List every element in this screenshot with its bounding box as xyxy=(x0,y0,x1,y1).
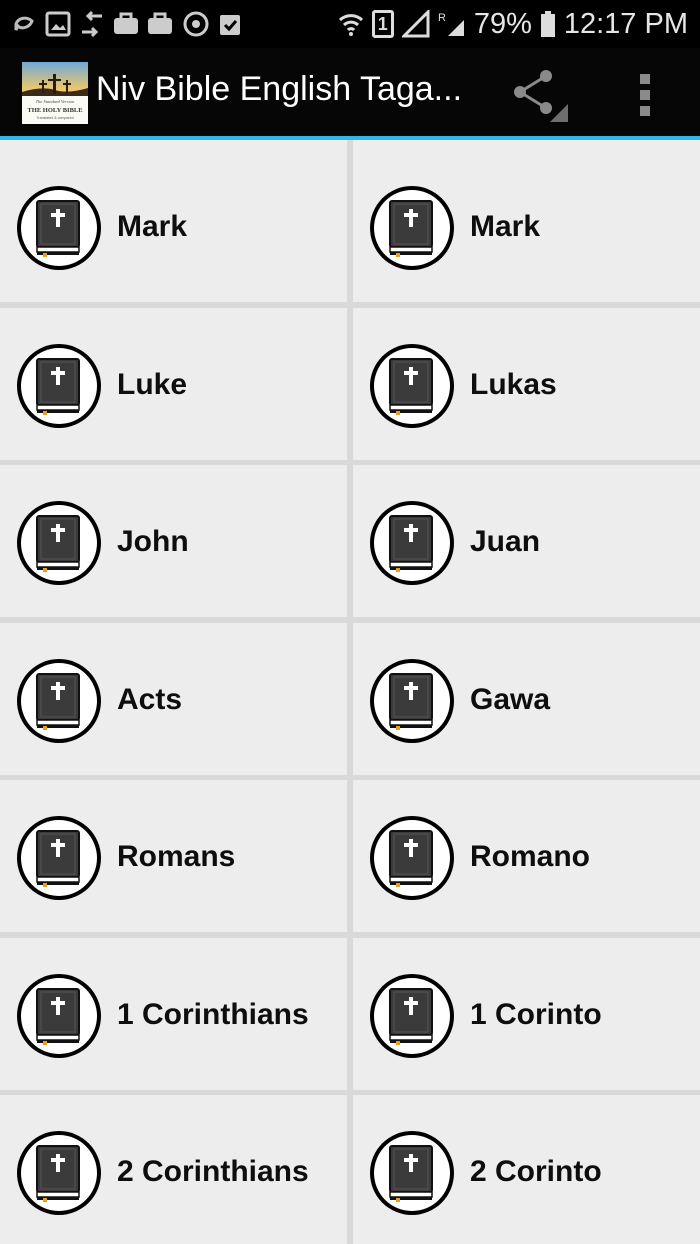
logo-line2: THE HOLY BIBLE xyxy=(27,107,82,114)
holy-bible-book-icon xyxy=(389,515,433,572)
book-badge xyxy=(370,501,454,585)
book-cell-tagalog[interactable]: Mark xyxy=(353,150,700,302)
book-cell-english[interactable]: Luke xyxy=(0,307,347,460)
holy-bible-book-icon xyxy=(389,357,433,415)
holy-bible-book-icon xyxy=(389,987,433,1045)
share-icon xyxy=(514,70,568,122)
overflow-menu-button[interactable] xyxy=(626,66,666,122)
svg-text:R: R xyxy=(438,12,446,24)
holy-bible-book-icon xyxy=(36,357,80,415)
book-label: Romano xyxy=(470,840,590,873)
logo-line1: The Standard Version xyxy=(36,99,76,104)
holy-bible-book-icon xyxy=(389,200,433,257)
book-badge xyxy=(17,658,101,743)
grid-top-strip xyxy=(353,140,700,150)
holy-bible-book-icon xyxy=(36,830,80,887)
book-cell-english[interactable]: John xyxy=(0,465,347,617)
holy-bible-book-icon xyxy=(389,1145,433,1202)
sim-icon: 1 xyxy=(371,10,394,38)
book-cell-tagalog[interactable]: 1 Corinto xyxy=(353,937,700,1090)
back-arrow-icon xyxy=(14,16,34,31)
holy-bible-book-icon xyxy=(36,987,80,1045)
book-badge xyxy=(17,973,101,1058)
book-label: 1 Corinthians xyxy=(117,997,309,1031)
book-label: Juan xyxy=(470,525,541,558)
book-label: John xyxy=(117,525,189,558)
status-bar-right: 1 R 79% 12:17 PM xyxy=(338,0,688,48)
holy-bible-book-icon xyxy=(389,672,433,730)
book-label: Luke xyxy=(117,367,188,401)
book-cell-english[interactable]: 1 Corinthians xyxy=(0,937,347,1090)
briefcase-icon xyxy=(148,12,172,34)
book-badge xyxy=(17,343,101,428)
clock: 12:17 PM xyxy=(563,7,688,40)
book-badge xyxy=(370,816,454,900)
book-cell-tagalog[interactable]: Gawa xyxy=(353,622,700,775)
holy-bible-book-icon xyxy=(36,200,80,257)
book-cell-tagalog[interactable]: Lukas xyxy=(353,307,700,460)
briefcase-icon xyxy=(114,12,138,34)
book-label: Lukas xyxy=(470,367,557,401)
book-cell-english[interactable]: 2 Corinthians xyxy=(0,1095,347,1244)
logo-line3: Translated & compared xyxy=(36,116,73,120)
book-label: Gawa xyxy=(470,682,551,716)
book-badge xyxy=(370,343,454,428)
book-label: Mark xyxy=(470,210,541,243)
signal-icon xyxy=(401,10,430,38)
book-cell-english[interactable]: Acts xyxy=(0,622,347,775)
book-badge xyxy=(17,1131,101,1215)
battery-percent: 79% xyxy=(473,7,532,40)
book-badge xyxy=(370,973,454,1058)
book-label: 2 Corinthians xyxy=(117,1155,309,1188)
clipboard-check-icon xyxy=(220,15,240,35)
holy-bible-book-icon xyxy=(36,1145,80,1202)
holy-bible-book-icon xyxy=(36,515,80,572)
app-logo[interactable]: The Standard Version THE HOLY BIBLE Tran… xyxy=(22,62,88,124)
book-label: Romans xyxy=(117,840,236,873)
sync-icon xyxy=(82,10,102,38)
overflow-menu-icon xyxy=(640,74,650,84)
battery-icon xyxy=(540,11,555,37)
book-cell-english[interactable]: Mark xyxy=(0,150,347,302)
share-button[interactable] xyxy=(506,66,568,122)
book-badge xyxy=(17,186,101,270)
book-label: 2 Corinto xyxy=(470,1155,602,1188)
wifi-icon xyxy=(338,14,363,36)
target-icon xyxy=(183,11,209,37)
image-icon xyxy=(45,11,71,37)
status-bar: 1 R 79% 12:17 PM xyxy=(0,0,700,48)
book-badge xyxy=(370,658,454,743)
action-bar: The Standard Version THE HOLY BIBLE Tran… xyxy=(0,48,700,136)
book-badge xyxy=(17,501,101,585)
book-label: Acts xyxy=(117,682,183,716)
signal-r-icon: R xyxy=(438,12,464,36)
app-title: Niv Bible English Taga... xyxy=(96,70,463,108)
grid-top-strip xyxy=(0,140,347,150)
book-badge xyxy=(17,816,101,900)
holy-bible-book-icon xyxy=(389,830,433,887)
book-cell-tagalog[interactable]: Romano xyxy=(353,780,700,932)
book-label: Mark xyxy=(117,210,188,243)
book-cell-english[interactable]: Romans xyxy=(0,780,347,932)
book-badge xyxy=(370,186,454,270)
book-label: 1 Corinto xyxy=(470,997,602,1031)
book-cell-tagalog[interactable]: Juan xyxy=(353,465,700,617)
book-cell-tagalog[interactable]: 2 Corinto xyxy=(353,1095,700,1244)
book-badge xyxy=(370,1131,454,1215)
holy-bible-book-icon xyxy=(36,672,80,730)
